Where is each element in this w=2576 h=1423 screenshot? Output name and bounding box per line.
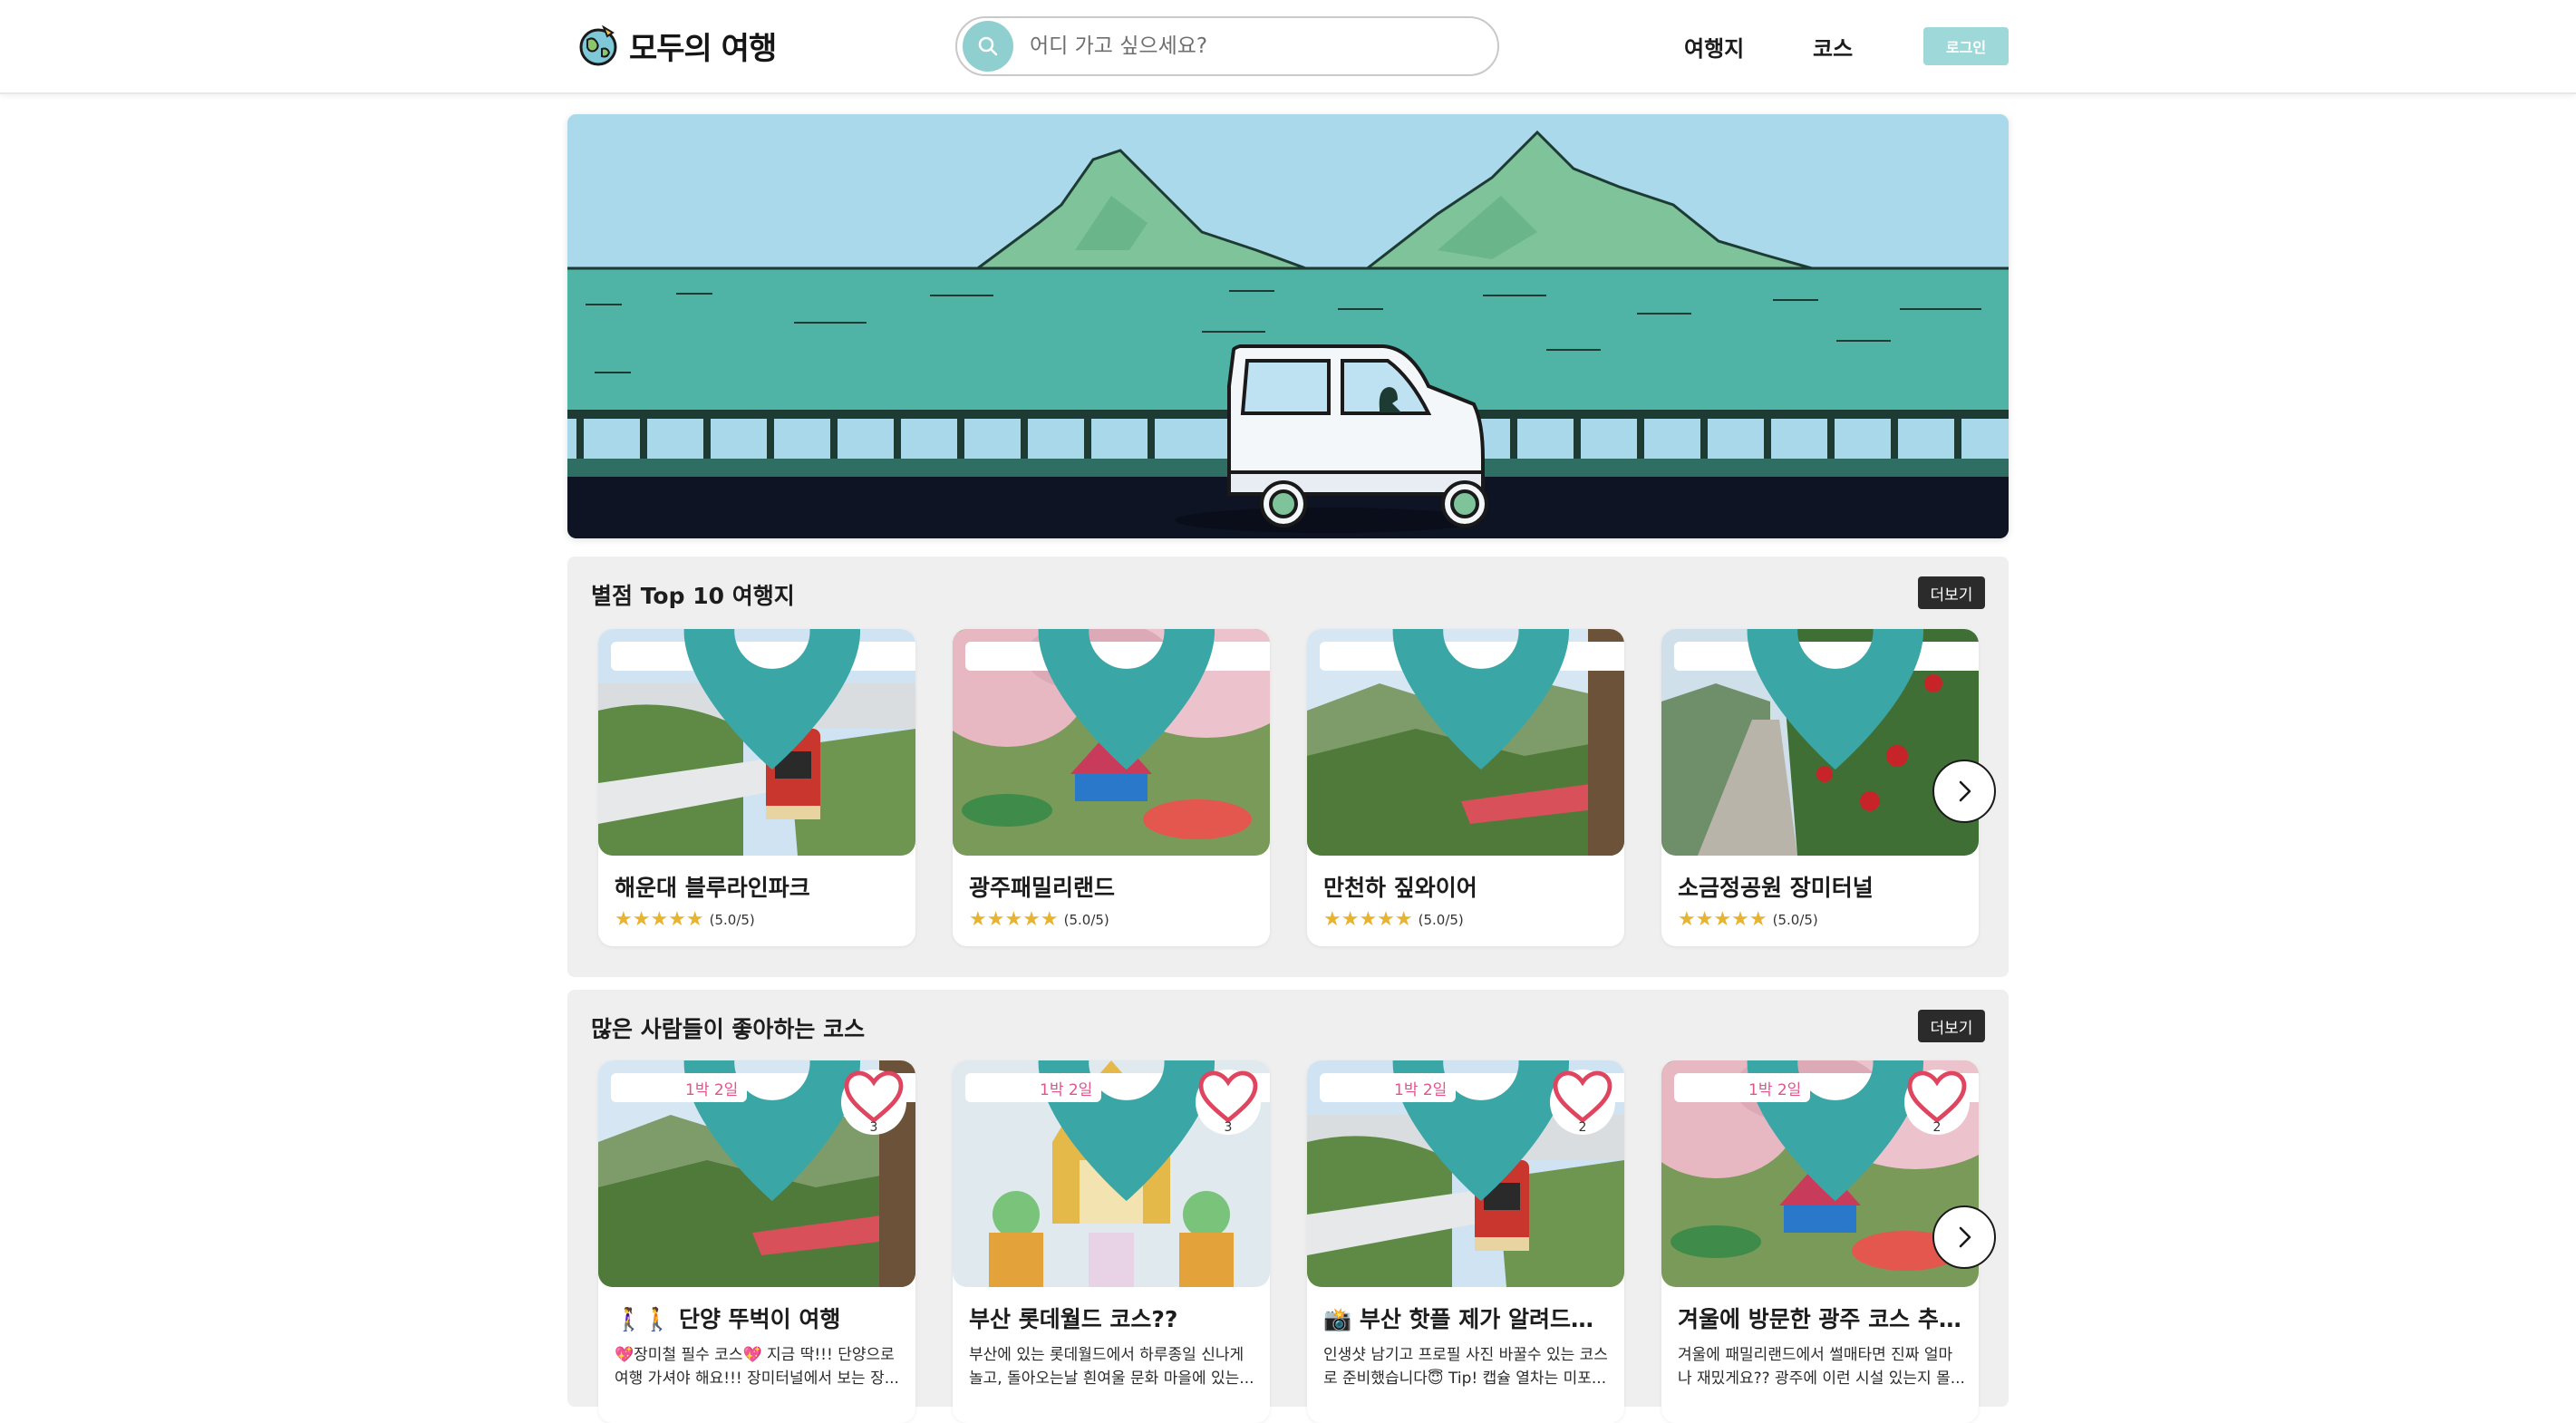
course-title: 겨울에 방문한 광주 코스 추천... bbox=[1678, 1306, 1968, 1332]
top-places-section: 별점 Top 10 여행지 더보기 부산 해운대 블루라인파크 ★★★★★ (5… bbox=[567, 557, 2009, 977]
rating-text: (5.0/5) bbox=[1418, 912, 1464, 928]
globe-icon bbox=[579, 24, 617, 66]
location-pin-icon bbox=[1392, 629, 1570, 770]
course-description: 💖장미철 필수 코스💖 지금 딱!!! 단양으로 여행 가셔야 해요!!! 장미… bbox=[615, 1346, 899, 1388]
heart-icon bbox=[1198, 1070, 1258, 1124]
region-tag: 충북 bbox=[1320, 629, 1624, 770]
like-button[interactable]: 3 bbox=[841, 1070, 906, 1135]
rating-text: (5.0/5) bbox=[1063, 912, 1109, 928]
heart-icon bbox=[844, 1070, 904, 1124]
place-card[interactable]: 충북 만천하 짚와이어 ★★★★★ (5.0/5) bbox=[1307, 629, 1624, 946]
heart-icon bbox=[1553, 1070, 1612, 1124]
star-icon: ★★★★★ bbox=[1678, 908, 1767, 931]
chevron-right-icon bbox=[1959, 1226, 1971, 1248]
rating: ★★★★★ (5.0/5) bbox=[1323, 910, 1464, 930]
place-name: 해운대 블루라인파크 bbox=[615, 875, 810, 901]
rating: ★★★★★ (5.0/5) bbox=[1678, 910, 1818, 930]
section-title: 별점 Top 10 여행지 bbox=[591, 583, 795, 609]
course-card[interactable]: 광주 1박 2일 2 겨울에 방문한 광주 코스 추천... 겨울에 패밀리랜드… bbox=[1661, 1060, 1979, 1423]
course-title: 🚶‍♀️🚶 단양 뚜벅이 여행 bbox=[615, 1306, 841, 1332]
place-image: 부산 bbox=[598, 629, 915, 856]
login-button[interactable]: 로그인 bbox=[1923, 27, 2009, 65]
course-image: 부산 1박 2일 3 bbox=[953, 1060, 1270, 1287]
nav-courses[interactable]: 코스 bbox=[1813, 31, 1853, 63]
course-card[interactable]: 부산 1박 2일 3 부산 롯데월드 코스?? 부산에 있는 롯데월드에서 하루… bbox=[953, 1060, 1270, 1423]
like-count: 2 bbox=[1932, 1120, 1942, 1135]
star-icon: ★★★★★ bbox=[969, 908, 1059, 931]
more-button[interactable]: 더보기 bbox=[1918, 576, 1985, 609]
logo[interactable]: 모두의 여행 bbox=[576, 20, 777, 71]
location-pin-icon bbox=[1747, 629, 1924, 770]
nav-destinations[interactable]: 여행지 bbox=[1684, 31, 1744, 63]
course-image: 충북 1박 2일 3 bbox=[598, 1060, 915, 1287]
course-title: 부산 롯데월드 코스?? bbox=[969, 1306, 1178, 1332]
like-count: 3 bbox=[1224, 1120, 1233, 1135]
rating-text: (5.0/5) bbox=[709, 912, 755, 928]
search-button[interactable] bbox=[963, 21, 1013, 72]
section-title: 많은 사람들이 좋아하는 코스 bbox=[591, 1016, 866, 1042]
like-button[interactable]: 2 bbox=[1550, 1070, 1615, 1135]
star-icon: ★★★★★ bbox=[1323, 908, 1413, 931]
course-image: 부산 1박 2일 2 bbox=[1307, 1060, 1624, 1287]
banner-illustration bbox=[567, 114, 2009, 538]
star-icon: ★★★★★ bbox=[615, 908, 704, 931]
location-pin-icon bbox=[683, 629, 861, 770]
place-image: 충북 bbox=[1307, 629, 1624, 856]
rating-text: (5.0/5) bbox=[1772, 912, 1818, 928]
course-description: 겨울에 패밀리랜드에서 썰매타면 진짜 얼마나 재밌게요?? 광주에 이런 시설… bbox=[1678, 1346, 1965, 1388]
search-icon bbox=[978, 36, 998, 56]
place-card[interactable]: 부산 해운대 블루라인파크 ★★★★★ (5.0/5) bbox=[598, 629, 915, 946]
course-card[interactable]: 부산 1박 2일 2 📸 부산 핫플 제가 알려드릴게요 인생샷 남기고 프로필… bbox=[1307, 1060, 1624, 1423]
place-name: 만천하 짚와이어 bbox=[1323, 875, 1477, 901]
course-card[interactable]: 충북 1박 2일 3 🚶‍♀️🚶 단양 뚜벅이 여행 💖장미철 필수 코스💖 지… bbox=[598, 1060, 915, 1423]
course-image: 광주 1박 2일 2 bbox=[1661, 1060, 1979, 1287]
region-tag: 부산 bbox=[611, 629, 915, 770]
location-pin-icon bbox=[1038, 629, 1215, 770]
course-description: 부산에 있는 롯데월드에서 하루종일 신나게 놀고, 돌아오는날 흰여울 문화 … bbox=[969, 1346, 1254, 1388]
course-title: 📸 부산 핫플 제가 알려드릴게요 bbox=[1323, 1306, 1613, 1332]
place-card[interactable]: 충북 소금정공원 장미터널 ★★★★★ (5.0/5) bbox=[1661, 629, 1979, 946]
popular-courses-section: 많은 사람들이 좋아하는 코스 더보기 충북 1박 2일 3 bbox=[567, 990, 2009, 1423]
like-button[interactable]: 2 bbox=[1904, 1070, 1970, 1135]
place-name: 광주패밀리랜드 bbox=[969, 875, 1116, 901]
region-tag: 광주 bbox=[965, 629, 1270, 770]
search-input[interactable] bbox=[1030, 34, 1465, 58]
place-image: 광주 bbox=[953, 629, 1270, 856]
place-card[interactable]: 광주 광주패밀리랜드 ★★★★★ (5.0/5) bbox=[953, 629, 1270, 946]
more-button[interactable]: 더보기 bbox=[1918, 1010, 1985, 1042]
search-bar bbox=[955, 16, 1499, 76]
like-count: 3 bbox=[869, 1120, 878, 1135]
like-count: 2 bbox=[1578, 1120, 1587, 1135]
hero-banner bbox=[567, 114, 2009, 538]
header: 모두의 여행 여행지 코스 로그인 bbox=[0, 0, 2576, 94]
heart-icon bbox=[1907, 1070, 1967, 1124]
region-tag: 충북 bbox=[1674, 629, 1979, 770]
course-description: 인생샷 남기고 프로필 사진 바꿀수 있는 코스로 준비했습니다😇 Tip! 캡… bbox=[1323, 1346, 1608, 1388]
place-name: 소금정공원 장미터널 bbox=[1678, 875, 1874, 901]
place-image: 충북 bbox=[1661, 629, 1979, 856]
carousel-next-button[interactable] bbox=[1932, 760, 1996, 823]
rating: ★★★★★ (5.0/5) bbox=[615, 910, 755, 930]
carousel-next-button[interactable] bbox=[1932, 1205, 1996, 1269]
rating: ★★★★★ (5.0/5) bbox=[969, 910, 1109, 930]
like-button[interactable]: 3 bbox=[1196, 1070, 1261, 1135]
chevron-right-icon bbox=[1959, 780, 1971, 802]
logo-text: 모두의 여행 bbox=[629, 30, 777, 67]
